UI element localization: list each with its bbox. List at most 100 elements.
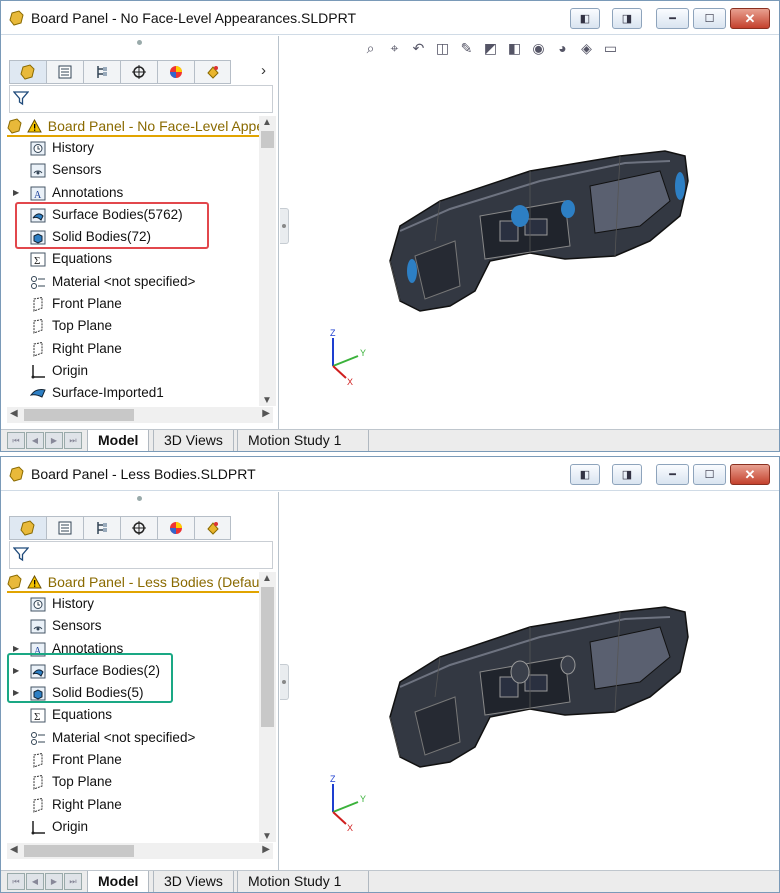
tree-node[interactable]: ▶ A Annotations xyxy=(1,182,259,204)
next-tab-icon[interactable]: ▶ xyxy=(45,873,63,890)
tab-3d-views[interactable]: 3D Views xyxy=(153,871,234,892)
hscroll-thumb[interactable] xyxy=(24,409,134,421)
scroll-up-icon[interactable]: ▲ xyxy=(262,573,272,584)
restore-panel-button[interactable]: ◧ xyxy=(570,464,600,485)
display-style-icon[interactable]: ◧ xyxy=(504,38,525,58)
tree-node[interactable]: Σ Equations xyxy=(1,704,259,726)
first-tab-icon[interactable]: ⏮ xyxy=(7,432,25,449)
featuremanager-tab-icon[interactable] xyxy=(9,516,46,540)
panel-grip[interactable] xyxy=(137,496,142,501)
tree-node[interactable]: Origin xyxy=(1,816,259,838)
configurationmanager-tab-icon[interactable] xyxy=(83,60,120,84)
tree-node[interactable]: Sensors xyxy=(1,159,259,181)
hide-show-icon[interactable]: ◉ xyxy=(528,38,549,58)
scroll-left-icon[interactable]: ◀ xyxy=(10,844,18,855)
addins-tab-icon[interactable] xyxy=(194,60,231,84)
graphics-area[interactable]: Z Y X xyxy=(280,492,779,870)
next-tab-icon[interactable]: ▶ xyxy=(45,432,63,449)
tree-node[interactable]: History xyxy=(1,593,259,615)
tree-node[interactable]: Front Plane xyxy=(1,749,259,771)
history-icon xyxy=(30,597,46,612)
chevron-right-icon[interactable]: › xyxy=(261,62,266,79)
display-manager-tab-icon[interactable] xyxy=(157,60,194,84)
prev-tab-icon[interactable]: ◀ xyxy=(26,432,44,449)
tree-node[interactable]: Sensors xyxy=(1,615,259,637)
maximize-button[interactable]: ☐ xyxy=(693,464,726,485)
configurationmanager-tab-icon[interactable] xyxy=(83,516,120,540)
featuremanager-tab-icon[interactable] xyxy=(9,60,46,84)
minimize-button[interactable]: ━ xyxy=(656,8,689,29)
minimize-button[interactable]: ━ xyxy=(656,464,689,485)
last-tab-icon[interactable]: ⏭ xyxy=(64,432,82,449)
vertical-scrollbar[interactable]: ▲ ▼ xyxy=(259,572,276,842)
panel-grip[interactable] xyxy=(137,40,142,45)
previous-view-icon[interactable]: ↶ xyxy=(408,38,429,58)
svg-text:Σ: Σ xyxy=(34,711,40,723)
toggle-panel-button[interactable]: ◨ xyxy=(612,8,642,29)
tab-3d-views[interactable]: 3D Views xyxy=(153,430,234,451)
display-manager-tab-icon[interactable] xyxy=(157,516,194,540)
equations-icon: Σ xyxy=(30,708,46,723)
tree-node[interactable]: Top Plane xyxy=(1,315,259,337)
tree-node[interactable]: Right Plane xyxy=(1,794,259,816)
view-orientation-icon[interactable]: ◩ xyxy=(480,38,501,58)
zoom-to-fit-icon[interactable]: ⌕ xyxy=(360,38,381,58)
tab-motion-study[interactable]: Motion Study 1 xyxy=(237,871,369,892)
filter-field[interactable] xyxy=(9,85,273,113)
last-tab-icon[interactable]: ⏭ xyxy=(64,873,82,890)
close-button[interactable]: ✕ xyxy=(730,464,770,485)
horizontal-scrollbar[interactable]: ◀ ▶ xyxy=(7,407,273,423)
filter-field[interactable] xyxy=(9,541,273,569)
tab-model[interactable]: Model xyxy=(87,871,150,892)
tree-root[interactable]: Board Panel - Less Bodies (Default xyxy=(7,573,259,593)
graphics-area[interactable]: ⌕ ⌖ ↶ ◫ ✎ ◩ ◧ ◉ ◕ ◈ ▭ Z Y X xyxy=(280,36,779,429)
horizontal-scrollbar[interactable]: ◀ ▶ xyxy=(7,843,273,859)
apply-scene-icon[interactable]: ◈ xyxy=(576,38,597,58)
tree-root[interactable]: Board Panel - No Face-Level Appearances xyxy=(7,117,259,137)
tree-node[interactable]: Material <not specified> xyxy=(1,271,259,293)
vertical-scrollbar[interactable]: ▲ ▼ xyxy=(259,116,276,406)
scroll-right-icon[interactable]: ▶ xyxy=(262,844,270,855)
title-bar: Board Panel - No Face-Level Appearances.… xyxy=(1,1,779,35)
view-settings-icon[interactable]: ▭ xyxy=(600,38,621,58)
maximize-button[interactable]: ☐ xyxy=(693,8,726,29)
tree-node[interactable]: Top Plane xyxy=(1,771,259,793)
section-view-icon[interactable]: ◫ xyxy=(432,38,453,58)
scroll-down-icon[interactable]: ▼ xyxy=(262,395,272,406)
prev-tab-icon[interactable]: ◀ xyxy=(26,873,44,890)
manager-tabs xyxy=(9,516,233,540)
tree-node[interactable]: Surface-Imported1 xyxy=(1,382,259,404)
panel-sash[interactable] xyxy=(280,208,289,244)
tree-node[interactable]: History xyxy=(1,137,259,159)
toggle-panel-button[interactable]: ◨ xyxy=(612,464,642,485)
scroll-up-icon[interactable]: ▲ xyxy=(262,117,272,128)
zoom-area-icon[interactable]: ⌖ xyxy=(384,38,405,58)
scroll-down-icon[interactable]: ▼ xyxy=(262,831,272,842)
edit-appearance-icon[interactable]: ◕ xyxy=(552,38,573,58)
first-tab-icon[interactable]: ⏮ xyxy=(7,873,25,890)
propertymanager-tab-icon[interactable] xyxy=(46,516,83,540)
restore-panel-button[interactable]: ◧ xyxy=(570,8,600,29)
close-button[interactable]: ✕ xyxy=(730,8,770,29)
hscroll-thumb[interactable] xyxy=(24,845,134,857)
tab-model[interactable]: Model xyxy=(87,430,150,451)
expand-arrow-icon[interactable]: ▶ xyxy=(13,182,19,204)
panel-sash[interactable] xyxy=(280,664,289,700)
scroll-right-icon[interactable]: ▶ xyxy=(262,408,270,419)
tree-node[interactable]: Material <not specified> xyxy=(1,727,259,749)
tree-node[interactable]: Σ Equations xyxy=(1,248,259,270)
tree-node[interactable]: Right Plane xyxy=(1,338,259,360)
scroll-left-icon[interactable]: ◀ xyxy=(10,408,18,419)
dimxpert-tab-icon[interactable] xyxy=(120,516,157,540)
propertymanager-tab-icon[interactable] xyxy=(46,60,83,84)
addins-tab-icon[interactable] xyxy=(194,516,231,540)
scroll-thumb[interactable] xyxy=(261,587,274,727)
dynamic-annotation-icon[interactable]: ✎ xyxy=(456,38,477,58)
tree-node[interactable]: Origin xyxy=(1,360,259,382)
tab-motion-study[interactable]: Motion Study 1 xyxy=(237,430,369,451)
annotations-icon: A xyxy=(30,186,46,201)
tree-node[interactable]: Front Plane xyxy=(1,293,259,315)
dimxpert-tab-icon[interactable] xyxy=(120,60,157,84)
axis-z-label: Z xyxy=(330,328,336,338)
scroll-thumb[interactable] xyxy=(261,131,274,148)
